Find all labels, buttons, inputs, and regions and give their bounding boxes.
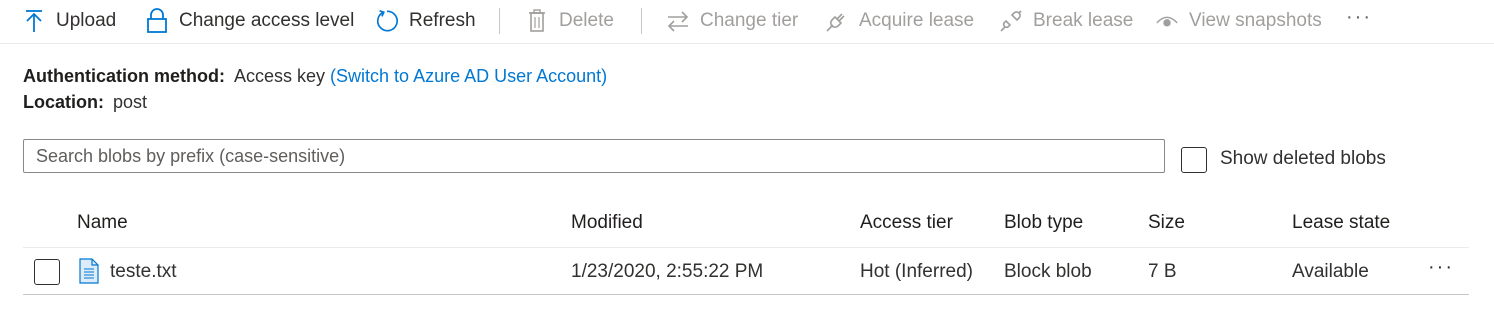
acquire-lease-label: Acquire lease (859, 10, 975, 31)
show-deleted-blobs-checkbox[interactable] (1181, 147, 1207, 173)
plug-icon (825, 9, 849, 33)
location-value: post (113, 92, 148, 112)
search-blobs-input[interactable] (23, 139, 1165, 173)
change-tier-label: Change tier (700, 10, 799, 31)
upload-label: Upload (56, 10, 117, 31)
delete-button[interactable]: Delete (525, 0, 614, 42)
column-header-name[interactable]: Name (77, 212, 128, 234)
row-select-checkbox[interactable] (34, 259, 60, 285)
refresh-label: Refresh (409, 10, 476, 31)
cell-lease-state: Available (1292, 261, 1369, 282)
file-icon (78, 258, 100, 289)
row-divider (23, 294, 1469, 295)
eye-icon (1155, 9, 1179, 33)
break-lease-label: Break lease (1033, 10, 1134, 31)
location-line: Location: post (23, 92, 147, 113)
column-header-access-tier[interactable]: Access tier (860, 212, 953, 234)
cell-access-tier: Hot (Inferred) (860, 261, 973, 282)
row-more-button[interactable]: ··· (1428, 256, 1454, 279)
cell-blob-type: Block blob (1004, 261, 1092, 282)
column-header-size[interactable]: Size (1148, 212, 1185, 234)
delete-label: Delete (559, 10, 614, 31)
change-access-level-button[interactable]: Change access level (145, 0, 354, 42)
cell-size: 7 B (1148, 261, 1177, 282)
header-divider (23, 247, 1469, 248)
toolbar-divider (499, 8, 500, 34)
column-header-lease-state[interactable]: Lease state (1292, 212, 1390, 234)
break-lease-button[interactable]: Break lease (999, 0, 1133, 42)
switch-auth-link[interactable]: (Switch to Azure AD User Account) (330, 66, 607, 86)
view-snapshots-label: View snapshots (1189, 10, 1322, 31)
show-deleted-blobs-label: Show deleted blobs (1220, 148, 1386, 169)
unplug-icon (999, 9, 1023, 33)
auth-method-label: Authentication method: (23, 66, 225, 86)
command-bar: Upload Change access level Refresh Delet… (0, 0, 1494, 44)
location-label: Location: (23, 92, 104, 112)
trash-icon (525, 9, 549, 33)
refresh-button[interactable]: Refresh (375, 0, 476, 42)
swap-arrows-icon (666, 9, 690, 33)
auth-method-line: Authentication method: Access key (Switc… (23, 66, 607, 87)
auth-method-value: Access key (234, 66, 326, 86)
upload-button[interactable]: Upload (22, 0, 116, 42)
lock-icon (145, 8, 169, 33)
column-header-modified[interactable]: Modified (571, 212, 643, 234)
more-commands-button[interactable]: ··· (1346, 6, 1372, 29)
cell-modified: 1/23/2020, 2:55:22 PM (571, 261, 764, 282)
change-access-level-label: Change access level (179, 10, 355, 31)
blob-name-link[interactable]: teste.txt (110, 261, 177, 283)
column-header-blob-type[interactable]: Blob type (1004, 212, 1083, 234)
upload-icon (22, 9, 46, 33)
change-tier-button[interactable]: Change tier (666, 0, 798, 42)
toolbar-divider (641, 8, 642, 34)
refresh-icon (375, 9, 399, 33)
view-snapshots-button[interactable]: View snapshots (1155, 0, 1322, 42)
acquire-lease-button[interactable]: Acquire lease (825, 0, 974, 42)
